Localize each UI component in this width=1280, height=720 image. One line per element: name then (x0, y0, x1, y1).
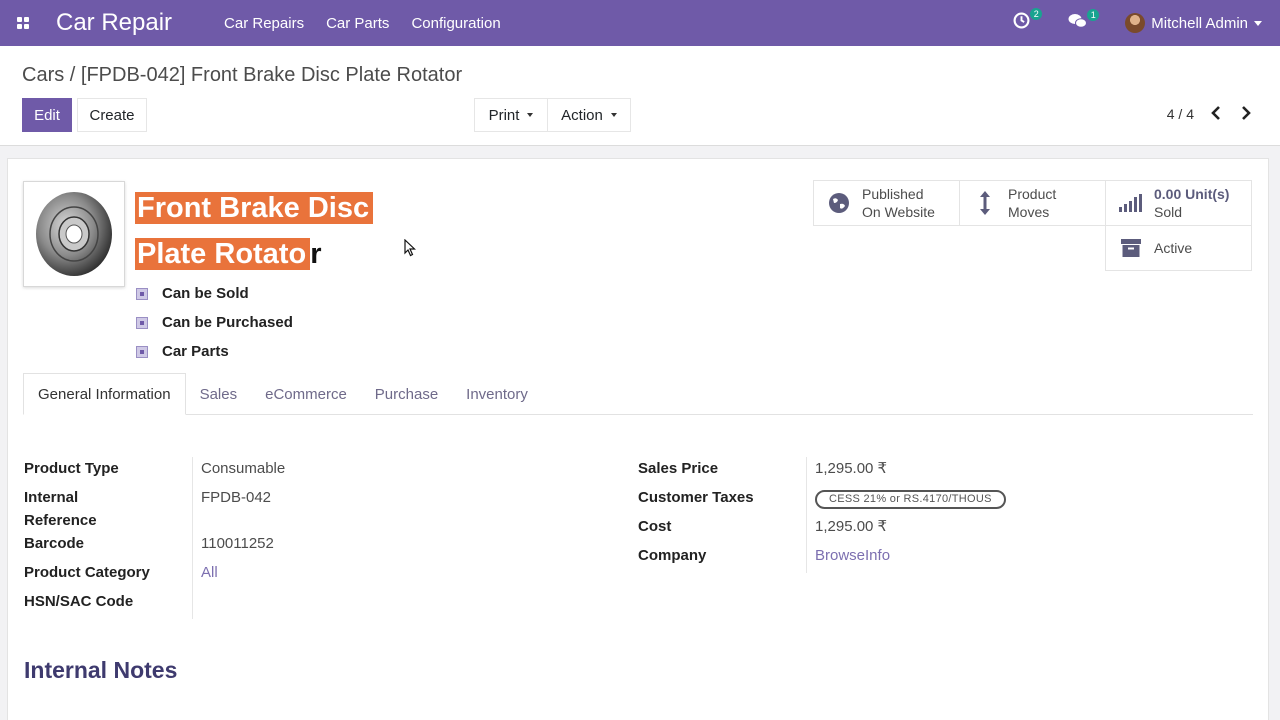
breadcrumb[interactable]: Cars / [FPDB-042] Front Brake Disc Plate… (22, 64, 462, 87)
units-sold-smart-button[interactable]: 0.00 Unit(s) Sold (1105, 180, 1252, 226)
hsn-sac-code-label: HSN/SAC Code (24, 593, 134, 610)
sales-price-value: 1,295.00 ₹ (806, 457, 887, 486)
form-tabs: General Information Sales eCommerce Purc… (23, 373, 1253, 415)
checkbox-label: Can be Sold (162, 285, 249, 302)
message-count-badge: 1 (1087, 8, 1100, 21)
chevron-left-icon (1211, 106, 1220, 120)
print-label: Print (488, 106, 520, 124)
checkbox-checked-icon (136, 345, 148, 358)
customer-taxes-label: Customer Taxes (638, 489, 754, 506)
product-image[interactable] (23, 181, 125, 287)
tab-sales[interactable]: Sales (186, 373, 252, 415)
cost-label: Cost (638, 518, 672, 535)
product-name-line-1: Front Brake Disc (135, 185, 455, 231)
checkbox-checked-icon (136, 287, 148, 300)
hsn-sac-code-value (192, 590, 201, 619)
published-text: Published On Website (862, 186, 935, 220)
brake-disc-icon (36, 192, 112, 276)
company-link[interactable]: BrowseInfo (806, 544, 890, 573)
units-sold-text: 0.00 Unit(s) Sold (1154, 186, 1230, 220)
can-be-purchased-checkbox[interactable]: Can be Purchased (136, 308, 293, 337)
checkbox-checked-icon (136, 316, 148, 329)
caret-down-icon (610, 113, 617, 117)
activity-count-badge: 2 (1030, 8, 1043, 20)
customer-taxes-value: CESS 21% or RS.4170/THOUS (806, 486, 1006, 515)
product-type-label: Product Type (24, 460, 119, 477)
user-menu[interactable]: Mitchell Admin (1125, 13, 1262, 33)
menu-configuration[interactable]: Configuration (411, 15, 500, 32)
checkbox-label: Can be Purchased (162, 314, 293, 331)
left-field-group: Product Type Consumable Internal Referenc… (24, 457, 285, 619)
menu-car-parts[interactable]: Car Parts (326, 15, 389, 32)
chevron-down-icon (1254, 20, 1262, 26)
messages-button[interactable]: 1 (1068, 8, 1100, 34)
right-field-group: Sales Price 1,295.00 ₹ Customer Taxes CESS… (638, 457, 1006, 573)
internal-reference-value: FPDB-042 (192, 486, 271, 532)
apps-menu-icon[interactable] (0, 0, 46, 46)
product-moves-text: Product Moves (1008, 186, 1057, 220)
can-be-sold-checkbox[interactable]: Can be Sold (136, 279, 293, 308)
control-panel: Cars / [FPDB-042] Front Brake Disc Plate… (0, 46, 1280, 146)
mouse-pointer-icon (404, 239, 416, 257)
action-button[interactable]: Action (547, 98, 631, 132)
unselected-text: r (310, 238, 322, 270)
top-navbar: Car Repair Car Repairs Car Parts Configu… (0, 0, 1280, 46)
selected-text: Plate Rotato (135, 238, 311, 270)
action-label: Action (561, 106, 603, 124)
globe-icon (824, 192, 854, 214)
barcode-label: Barcode (24, 535, 85, 552)
chat-icon (1068, 13, 1088, 28)
cost-value: 1,295.00 ₹ (806, 515, 887, 544)
archive-icon (1116, 238, 1146, 258)
caret-down-icon (527, 113, 534, 117)
published-smart-button[interactable]: Published On Website (813, 180, 960, 226)
tab-general-information[interactable]: General Information (23, 373, 186, 415)
pager-previous-button[interactable] (1202, 98, 1230, 128)
chevron-right-icon (1242, 106, 1251, 120)
car-parts-checkbox[interactable]: Car Parts (136, 337, 293, 366)
user-name: Mitchell Admin (1151, 14, 1248, 32)
product-flags: Can be Sold Can be Purchased Car Parts (136, 279, 293, 366)
up-down-arrows-icon (970, 190, 1000, 216)
active-status: Active (1154, 240, 1193, 256)
menu-car-repairs[interactable]: Car Repairs (224, 15, 304, 32)
tab-inventory[interactable]: Inventory (452, 373, 542, 415)
checkbox-label: Car Parts (162, 343, 229, 360)
signal-bars-icon (1116, 193, 1146, 213)
pager-value[interactable]: 4 / 4 (1167, 106, 1194, 122)
avatar (1125, 13, 1146, 33)
pager-next-button[interactable] (1232, 98, 1260, 128)
app-brand[interactable]: Car Repair (56, 9, 172, 37)
create-button[interactable]: Create (77, 98, 147, 132)
product-category-link[interactable]: All (192, 561, 218, 590)
product-name-field[interactable]: Front Brake Disc Plate Rotato r (135, 185, 455, 277)
print-button[interactable]: Print (474, 98, 548, 132)
active-toggle-button[interactable]: Active (1105, 225, 1252, 271)
selected-text: Front Brake Disc (135, 192, 374, 224)
tab-ecommerce[interactable]: eCommerce (251, 373, 361, 415)
internal-notes-heading: Internal Notes (24, 657, 178, 683)
tax-tag[interactable]: CESS 21% or RS.4170/THOUS (815, 490, 1006, 509)
edit-button[interactable]: Edit (22, 98, 72, 132)
product-moves-smart-button[interactable]: Product Moves (959, 180, 1106, 226)
tab-purchase[interactable]: Purchase (361, 373, 452, 415)
product-category-label: Product Category (24, 564, 150, 581)
company-label: Company (638, 547, 707, 564)
activity-button[interactable]: 2 (1013, 8, 1043, 34)
barcode-value: 110011252 (192, 532, 274, 561)
form-sheet: Front Brake Disc Plate Rotato r Can be So… (7, 158, 1269, 720)
clock-icon (1013, 12, 1030, 29)
sales-price-label: Sales Price (638, 460, 719, 477)
internal-reference-label: Internal Reference (24, 489, 97, 529)
product-type-value: Consumable (192, 457, 285, 486)
